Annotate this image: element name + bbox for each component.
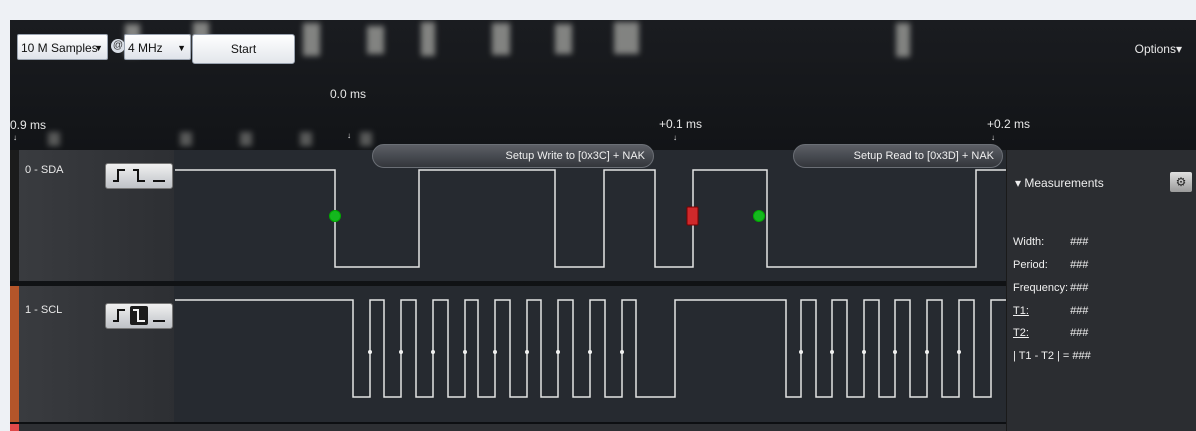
capture-window: 10 M Samples ▼ @ 4 MHz ▼ Start Options▾ …: [10, 20, 1196, 431]
measurement-label[interactable]: T1:: [1013, 305, 1067, 317]
measurement-label: Width:: [1013, 236, 1045, 248]
measurement-row-t1: T1: ###: [1013, 305, 1088, 317]
sda-waveform: [175, 169, 1006, 268]
scl-waveform: [175, 299, 1006, 398]
start-condition-marker: [753, 210, 765, 222]
options-menu[interactable]: Options▾: [1135, 42, 1182, 56]
measurement-value: ###: [1070, 259, 1089, 271]
stop-condition-marker: [686, 206, 699, 226]
scl-sample-dots: [368, 350, 961, 354]
start-condition-marker: [329, 210, 341, 222]
measurement-label: Period:: [1013, 259, 1048, 271]
measurement-row-t-diff: | T1 - T2 | = ###: [1013, 350, 1091, 362]
measurement-value: ###: [1070, 282, 1089, 294]
measurement-row-width: Width: ###: [1013, 236, 1088, 248]
measurement-value: ###: [1072, 350, 1091, 362]
measurement-label[interactable]: T2:: [1013, 327, 1067, 339]
measurement-row-t2: T2: ###: [1013, 327, 1088, 339]
protocol-bubble-write[interactable]: Setup Write to [0x3C] + NAK: [372, 144, 654, 168]
protocol-write-label: Setup Write to [0x3C] + NAK: [505, 150, 646, 162]
gear-icon[interactable]: ⚙: [1170, 172, 1192, 192]
measurements-panel: ▾ Measurements ⚙ Width: ### Period: ### …: [1006, 150, 1196, 431]
measurement-label: | T1 - T2 | =: [1013, 350, 1070, 362]
measurement-value: ###: [1070, 327, 1089, 339]
measurement-value: ###: [1070, 305, 1089, 317]
measurements-title[interactable]: ▾ Measurements: [1015, 176, 1104, 190]
protocol-bubble-read[interactable]: Setup Read to [0x3D] + NAK: [793, 144, 1003, 168]
logic-analyzer-app: 10 M Samples ▼ @ 4 MHz ▼ Start Options▾ …: [0, 0, 1196, 431]
measurement-label: Frequency:: [1013, 282, 1069, 294]
measurement-row-period: Period: ###: [1013, 259, 1088, 271]
measurement-row-frequency: Frequency: ###: [1013, 282, 1088, 294]
waveform-overlay: [175, 169, 1006, 398]
measurement-value: ###: [1070, 236, 1089, 248]
protocol-read-label: Setup Read to [0x3D] + NAK: [853, 150, 994, 162]
